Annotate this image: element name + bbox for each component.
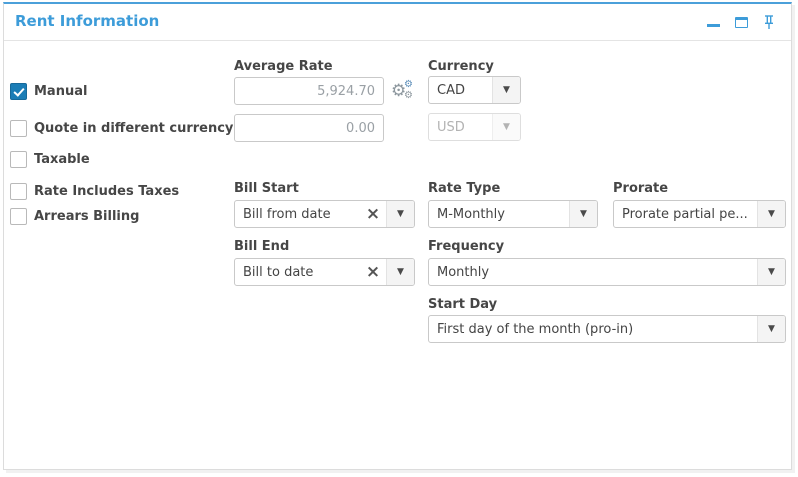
page-title: Rent Information (15, 12, 159, 30)
dropdown-arrow-icon (757, 316, 785, 342)
rate-type-select[interactable]: M-Monthly (428, 200, 598, 228)
currency-label: Currency (428, 59, 494, 74)
header-icon-group (707, 4, 775, 40)
dropdown-arrow-icon (492, 114, 520, 140)
panel-header: Rent Information (4, 4, 791, 41)
prorate-label: Prorate (613, 181, 668, 196)
bill-start-label: Bill Start (234, 181, 299, 196)
prorate-value: Prorate partial pe... (614, 207, 757, 222)
quote-currency-select-value: USD (429, 120, 492, 135)
frequency-select[interactable]: Monthly (428, 258, 786, 286)
dropdown-arrow-icon (757, 201, 785, 227)
frequency-label: Frequency (428, 239, 504, 254)
checkbox-row-rate-includes-taxes: Rate Includes Taxes (10, 183, 179, 200)
average-rate-label: Average Rate (234, 59, 333, 74)
currency-select[interactable]: CAD (428, 76, 521, 104)
start-day-select[interactable]: First day of the month (pro-in) (428, 315, 786, 343)
gears-icon[interactable] (391, 82, 413, 104)
quote-different-currency-label[interactable]: Quote in different currency (34, 121, 233, 136)
manual-checkbox-label[interactable]: Manual (34, 84, 87, 99)
rate-includes-taxes-checkbox[interactable] (10, 183, 27, 200)
taxable-checkbox[interactable] (10, 151, 27, 168)
rent-information-panel: Rent Information Manual Quote in differe… (3, 2, 792, 470)
arrears-billing-label[interactable]: Arrears Billing (34, 209, 139, 224)
bill-end-combobox[interactable]: Bill to date (234, 258, 415, 286)
minimize-icon[interactable] (707, 24, 720, 27)
frequency-value: Monthly (429, 265, 757, 280)
currency-select-value: CAD (429, 83, 492, 98)
start-day-label: Start Day (428, 297, 497, 312)
dropdown-arrow-icon (386, 259, 414, 285)
dropdown-arrow-icon (386, 201, 414, 227)
quote-different-currency-checkbox[interactable] (10, 120, 27, 137)
checkbox-row-taxable: Taxable (10, 151, 90, 168)
quote-currency-select: USD (428, 113, 521, 141)
clear-icon[interactable] (360, 259, 386, 285)
arrears-billing-checkbox[interactable] (10, 208, 27, 225)
rate-type-label: Rate Type (428, 181, 500, 196)
bill-end-label: Bill End (234, 239, 289, 254)
average-rate-input[interactable] (234, 77, 384, 105)
checkbox-row-quote-currency: Quote in different currency (10, 120, 233, 137)
bill-end-value: Bill to date (235, 265, 360, 280)
bill-start-value: Bill from date (235, 207, 360, 222)
dropdown-arrow-icon (757, 259, 785, 285)
start-day-value: First day of the month (pro-in) (429, 322, 757, 337)
quote-amount-input[interactable] (234, 114, 384, 142)
rate-includes-taxes-label[interactable]: Rate Includes Taxes (34, 184, 179, 199)
rate-type-value: M-Monthly (429, 207, 569, 222)
checkbox-row-arrears-billing: Arrears Billing (10, 208, 139, 225)
prorate-select[interactable]: Prorate partial pe... (613, 200, 786, 228)
clear-icon[interactable] (360, 201, 386, 227)
checkbox-row-manual: Manual (10, 83, 87, 100)
restore-window-icon[interactable] (735, 17, 748, 28)
pin-icon[interactable] (763, 14, 775, 30)
dropdown-arrow-icon (569, 201, 597, 227)
dropdown-arrow-icon (492, 77, 520, 103)
bill-start-combobox[interactable]: Bill from date (234, 200, 415, 228)
taxable-checkbox-label[interactable]: Taxable (34, 152, 90, 167)
manual-checkbox[interactable] (10, 83, 27, 100)
